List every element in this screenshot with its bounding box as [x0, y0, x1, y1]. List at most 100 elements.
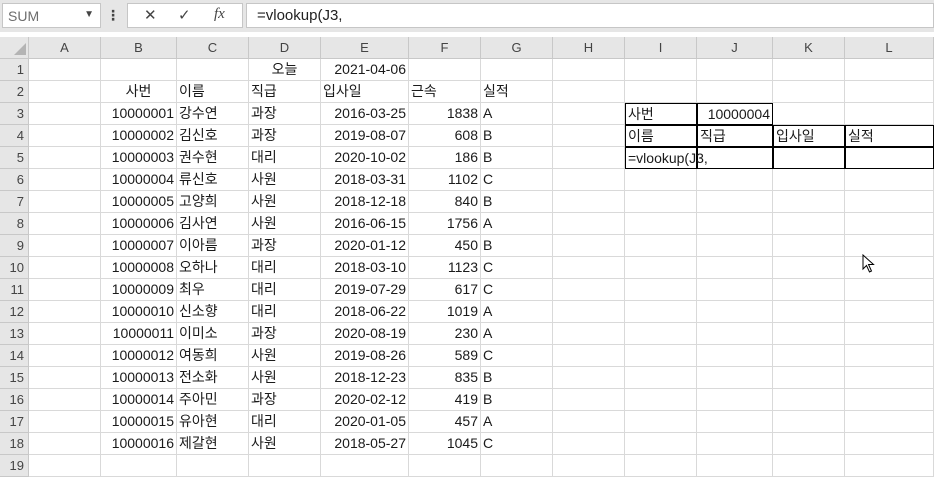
cell-G1[interactable] [481, 59, 553, 81]
cell-F6[interactable]: 1102 [409, 169, 481, 191]
name-box[interactable]: SUM ▼ [2, 3, 101, 28]
cell-C15[interactable]: 전소화 [177, 367, 249, 389]
cell-G7[interactable]: B [481, 191, 553, 213]
cell-E3[interactable]: 2016-03-25 [321, 103, 409, 125]
cell-B16[interactable]: 10000014 [101, 389, 177, 411]
cell-C19[interactable] [177, 455, 249, 477]
cell-D1[interactable]: 오늘 [249, 59, 321, 81]
cell-D16[interactable]: 과장 [249, 389, 321, 411]
cell-A7[interactable] [29, 191, 101, 213]
column-header-h[interactable]: H [553, 37, 625, 59]
cell-I19[interactable] [625, 455, 697, 477]
cell-A11[interactable] [29, 279, 101, 301]
row-header-5[interactable]: 5 [0, 147, 29, 169]
cell-D11[interactable]: 대리 [249, 279, 321, 301]
cell-J4[interactable]: 직급 [697, 125, 773, 147]
cell-D6[interactable]: 사원 [249, 169, 321, 191]
row-header-4[interactable]: 4 [0, 125, 29, 147]
cell-E13[interactable]: 2020-08-19 [321, 323, 409, 345]
cell-H6[interactable] [553, 169, 625, 191]
cell-B6[interactable]: 10000004 [101, 169, 177, 191]
cell-L17[interactable] [845, 411, 934, 433]
cell-J13[interactable] [697, 323, 773, 345]
cell-L18[interactable] [845, 433, 934, 455]
cell-E4[interactable]: 2019-08-07 [321, 125, 409, 147]
cell-C9[interactable]: 이아름 [177, 235, 249, 257]
column-header-k[interactable]: K [773, 37, 845, 59]
cell-F9[interactable]: 450 [409, 235, 481, 257]
cell-L14[interactable] [845, 345, 934, 367]
cell-J6[interactable] [697, 169, 773, 191]
cell-I6[interactable] [625, 169, 697, 191]
cell-A19[interactable] [29, 455, 101, 477]
cell-E6[interactable]: 2018-03-31 [321, 169, 409, 191]
column-header-b[interactable]: B [101, 37, 177, 59]
cell-L1[interactable] [845, 59, 934, 81]
cell-I7[interactable] [625, 191, 697, 213]
cell-H5[interactable] [553, 147, 625, 169]
cell-H4[interactable] [553, 125, 625, 147]
cell-G4[interactable]: B [481, 125, 553, 147]
row-header-12[interactable]: 12 [0, 301, 29, 323]
cell-I17[interactable] [625, 411, 697, 433]
cell-E18[interactable]: 2018-05-27 [321, 433, 409, 455]
cell-A16[interactable] [29, 389, 101, 411]
cell-D17[interactable]: 대리 [249, 411, 321, 433]
cell-G12[interactable]: A [481, 301, 553, 323]
cell-B9[interactable]: 10000007 [101, 235, 177, 257]
cell-K11[interactable] [773, 279, 845, 301]
cell-H7[interactable] [553, 191, 625, 213]
cell-D5[interactable]: 대리 [249, 147, 321, 169]
cell-G9[interactable]: B [481, 235, 553, 257]
row-header-15[interactable]: 15 [0, 367, 29, 389]
cell-D8[interactable]: 사원 [249, 213, 321, 235]
cell-L9[interactable] [845, 235, 934, 257]
cell-J1[interactable] [697, 59, 773, 81]
row-header-19[interactable]: 19 [0, 455, 29, 477]
cell-J17[interactable] [697, 411, 773, 433]
cell-A2[interactable] [29, 81, 101, 103]
cell-A10[interactable] [29, 257, 101, 279]
cell-G17[interactable]: A [481, 411, 553, 433]
cell-H8[interactable] [553, 213, 625, 235]
insert-function-icon[interactable]: fx [214, 6, 225, 23]
cell-E9[interactable]: 2020-01-12 [321, 235, 409, 257]
cancel-icon[interactable]: ✕ [144, 6, 157, 24]
cell-I1[interactable] [625, 59, 697, 81]
cell-C13[interactable]: 이미소 [177, 323, 249, 345]
cell-F11[interactable]: 617 [409, 279, 481, 301]
cell-L13[interactable] [845, 323, 934, 345]
cell-L15[interactable] [845, 367, 934, 389]
cell-G8[interactable]: A [481, 213, 553, 235]
row-header-2[interactable]: 2 [0, 81, 29, 103]
column-header-i[interactable]: I [625, 37, 697, 59]
cell-D3[interactable]: 과장 [249, 103, 321, 125]
cell-H15[interactable] [553, 367, 625, 389]
cell-B8[interactable]: 10000006 [101, 213, 177, 235]
row-header-14[interactable]: 14 [0, 345, 29, 367]
row-header-9[interactable]: 9 [0, 235, 29, 257]
cell-B7[interactable]: 10000005 [101, 191, 177, 213]
row-header-8[interactable]: 8 [0, 213, 29, 235]
cell-H12[interactable] [553, 301, 625, 323]
cell-A12[interactable] [29, 301, 101, 323]
cell-J8[interactable] [697, 213, 773, 235]
cell-B14[interactable]: 10000012 [101, 345, 177, 367]
row-header-11[interactable]: 11 [0, 279, 29, 301]
cell-J5[interactable] [697, 147, 773, 169]
cell-E19[interactable] [321, 455, 409, 477]
column-header-j[interactable]: J [697, 37, 773, 59]
cell-E17[interactable]: 2020-01-05 [321, 411, 409, 433]
cell-D14[interactable]: 사원 [249, 345, 321, 367]
row-header-17[interactable]: 17 [0, 411, 29, 433]
cell-H16[interactable] [553, 389, 625, 411]
cell-C10[interactable]: 오하나 [177, 257, 249, 279]
cell-B1[interactable] [101, 59, 177, 81]
cell-B15[interactable]: 10000013 [101, 367, 177, 389]
row-header-18[interactable]: 18 [0, 433, 29, 455]
cell-G13[interactable]: A [481, 323, 553, 345]
column-header-a[interactable]: A [29, 37, 101, 59]
cell-B17[interactable]: 10000015 [101, 411, 177, 433]
cell-J9[interactable] [697, 235, 773, 257]
row-header-1[interactable]: 1 [0, 59, 29, 81]
